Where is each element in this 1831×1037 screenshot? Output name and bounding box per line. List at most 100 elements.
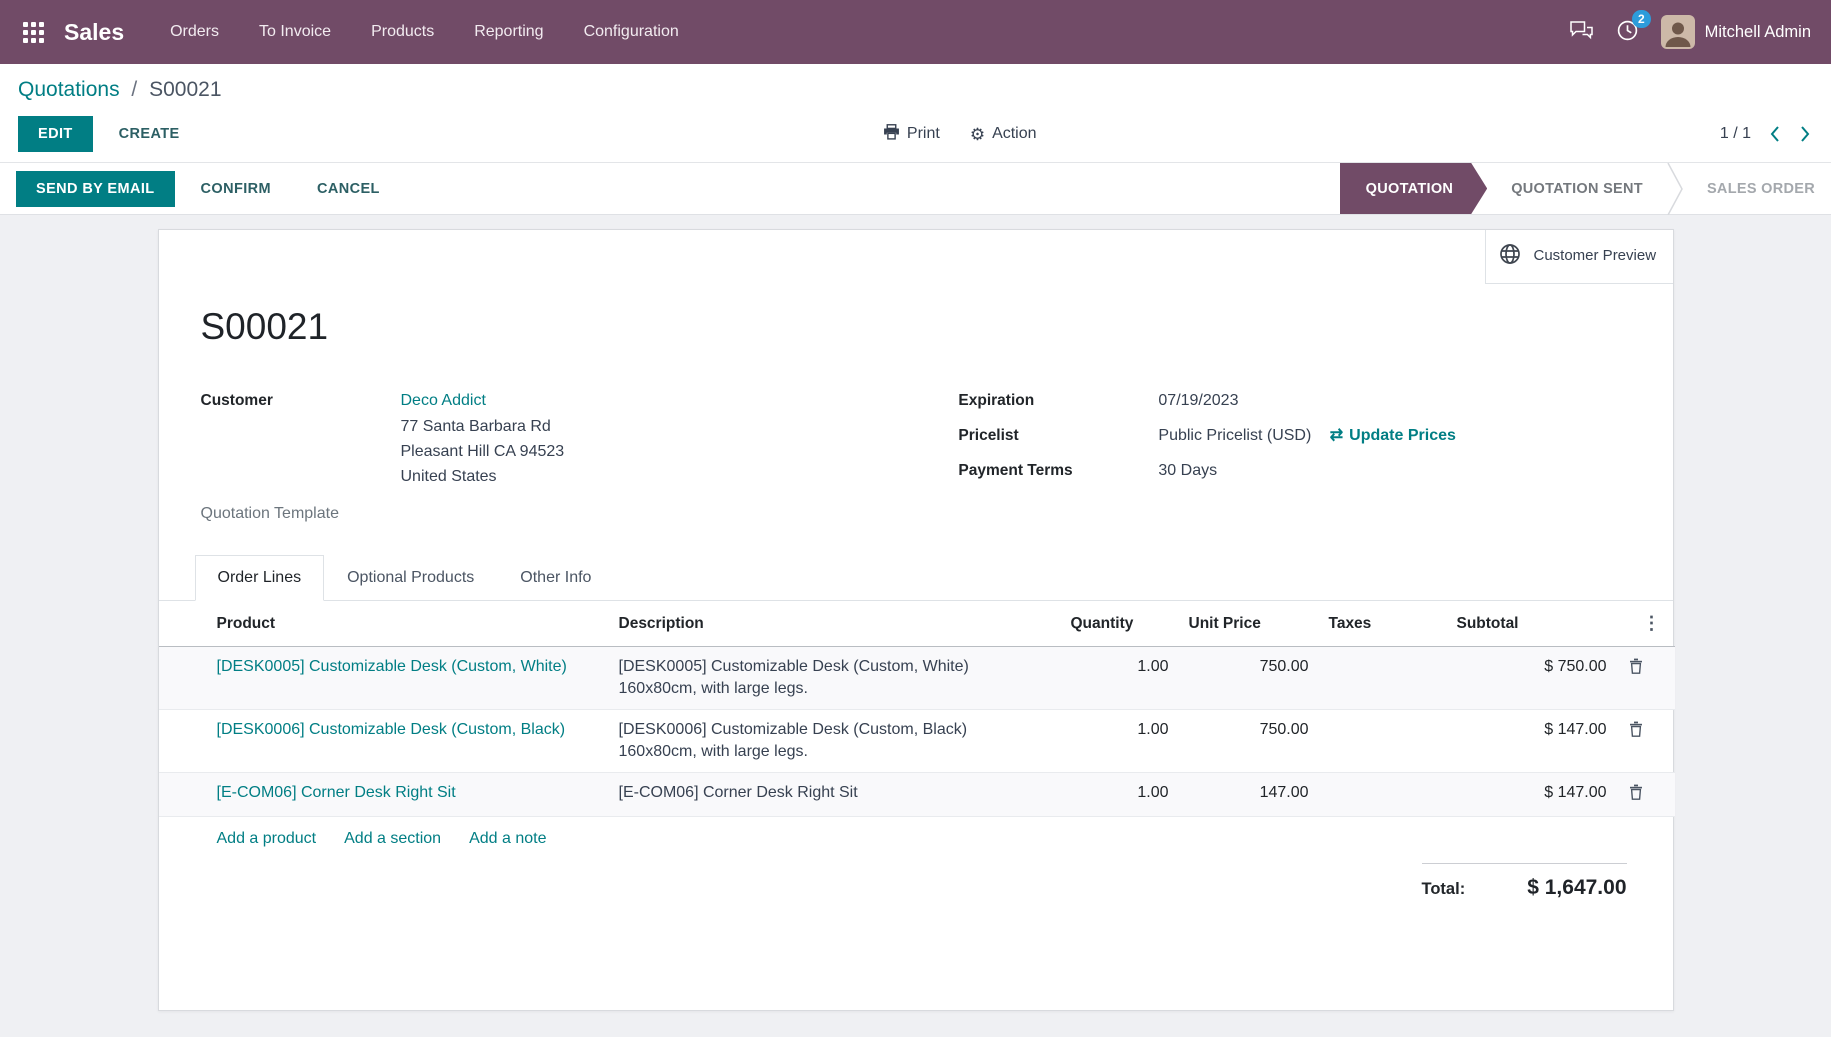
col-header-taxes[interactable]: Taxes <box>1319 601 1447 647</box>
quotation-title: S00021 <box>201 306 1631 348</box>
order-lines-table: Product Description Quantity Unit Price … <box>159 601 1675 817</box>
delete-line-button[interactable] <box>1627 656 1645 676</box>
add-product-link[interactable]: Add a product <box>217 830 317 848</box>
tab-order-lines[interactable]: Order Lines <box>195 555 325 601</box>
pager-value: 1 / 1 <box>1720 125 1751 143</box>
product-link[interactable]: [DESK0005] Customizable Desk (Custom, Wh… <box>217 658 567 675</box>
payment-terms-value: 30 Days <box>1158 458 1217 484</box>
notebook-tabs: Order Lines Optional Products Other Info <box>159 555 1673 601</box>
breadcrumb-separator: / <box>131 78 137 101</box>
col-header-description[interactable]: Description <box>609 601 1061 647</box>
pricelist-value: Public Pricelist (USD) <box>1158 427 1311 444</box>
apps-menu-button[interactable] <box>10 9 56 55</box>
globe-icon <box>1498 242 1522 272</box>
status-quotation[interactable]: QUOTATION <box>1340 163 1488 214</box>
quotation-sheet: Customer Preview S00021 Customer Deco Ad… <box>158 229 1674 1011</box>
total-value: $ 1,647.00 <box>1527 876 1626 900</box>
customer-link[interactable]: Deco Addict <box>401 392 486 409</box>
nav-item-reporting[interactable]: Reporting <box>454 0 563 64</box>
line-add-links: Add a product Add a section Add a note <box>159 817 1673 861</box>
line-quantity: 1.00 <box>1061 710 1179 773</box>
row-handle <box>159 710 207 773</box>
activity-count-badge: 2 <box>1632 10 1651 28</box>
messages-button[interactable] <box>1569 20 1594 45</box>
col-header-handle <box>159 601 207 647</box>
cancel-button[interactable]: CANCEL <box>297 171 400 207</box>
sheet-bottom-padding <box>159 900 1673 1010</box>
line-unit-price: 147.00 <box>1179 773 1319 817</box>
apps-grid-icon <box>23 22 44 43</box>
refresh-icon: ⇄ <box>1330 428 1343 444</box>
tab-other-info[interactable]: Other Info <box>497 555 614 601</box>
line-description: [DESK0005] Customizable Desk (Custom, Wh… <box>609 647 1061 710</box>
sheet-top-band: Customer Preview <box>159 230 1673 284</box>
row-handle <box>159 773 207 817</box>
payment-terms-label: Payment Terms <box>958 458 1158 484</box>
line-description: [E-COM06] Corner Desk Right Sit <box>609 773 1061 817</box>
delete-line-button[interactable] <box>1627 782 1645 802</box>
nav-item-products[interactable]: Products <box>351 0 454 64</box>
order-line-row[interactable]: [DESK0006] Customizable Desk (Custom, Bl… <box>159 710 1675 773</box>
breadcrumb: Quotations / S00021 <box>18 78 1813 102</box>
action-button[interactable]: ⚙ Action <box>970 125 1037 143</box>
nav-item-to-invoice[interactable]: To Invoice <box>239 0 351 64</box>
breadcrumb-quotations[interactable]: Quotations <box>18 78 120 101</box>
pricelist-label: Pricelist <box>958 423 1158 449</box>
printer-icon <box>883 124 900 145</box>
control-panel-buttons: EDIT CREATE Print ⚙ Action 1 / 1 <box>18 116 1813 152</box>
user-name: Mitchell Admin <box>1705 23 1811 42</box>
order-line-row[interactable]: [DESK0005] Customizable Desk (Custom, Wh… <box>159 647 1675 710</box>
pager-previous-button[interactable] <box>1767 123 1782 145</box>
status-quotation-sent[interactable]: QUOTATION SENT <box>1487 163 1667 214</box>
status-pipeline: QUOTATION QUOTATION SENT SALES ORDER <box>1340 163 1831 214</box>
add-section-link[interactable]: Add a section <box>344 830 441 848</box>
quotation-template-label: Quotation Template <box>201 505 959 523</box>
user-menu[interactable]: Mitchell Admin <box>1661 15 1811 49</box>
col-header-quantity[interactable]: Quantity <box>1061 601 1179 647</box>
pager-next-button[interactable] <box>1798 123 1813 145</box>
nav-item-orders[interactable]: Orders <box>150 0 239 64</box>
col-header-subtotal[interactable]: Subtotal <box>1447 601 1617 647</box>
app-brand[interactable]: Sales <box>64 19 124 46</box>
delete-line-button[interactable] <box>1627 719 1645 739</box>
col-header-unit-price[interactable]: Unit Price <box>1179 601 1319 647</box>
line-subtotal: $ 750.00 <box>1447 647 1617 710</box>
add-note-link[interactable]: Add a note <box>469 830 546 848</box>
gear-icon: ⚙ <box>970 126 985 143</box>
edit-button[interactable]: EDIT <box>18 116 93 152</box>
optional-columns-toggle-icon[interactable]: ⋮ <box>1627 613 1665 634</box>
create-button[interactable]: CREATE <box>99 116 200 152</box>
status-sales-order[interactable]: SALES ORDER <box>1683 163 1831 214</box>
product-link[interactable]: [E-COM06] Corner Desk Right Sit <box>217 784 456 801</box>
expiration-label: Expiration <box>958 388 1158 414</box>
col-header-product[interactable]: Product <box>207 601 609 647</box>
update-prices-button[interactable]: ⇄ Update Prices <box>1330 423 1456 449</box>
top-navbar: Sales Orders To Invoice Products Reporti… <box>0 0 1831 64</box>
field-group: Customer Deco Addict 77 Santa Barbara Rd… <box>201 388 1631 523</box>
breadcrumb-current: S00021 <box>149 78 221 101</box>
row-handle <box>159 647 207 710</box>
update-prices-label: Update Prices <box>1349 423 1456 449</box>
line-taxes <box>1319 773 1447 817</box>
activities-button[interactable]: 2 <box>1616 19 1639 45</box>
line-subtotal: $ 147.00 <box>1447 773 1617 817</box>
table-header-row: Product Description Quantity Unit Price … <box>159 601 1675 647</box>
customer-label: Customer <box>201 388 401 489</box>
print-button[interactable]: Print <box>883 124 940 145</box>
chat-icon <box>1569 20 1594 45</box>
navbar-systray: 2 Mitchell Admin <box>1569 15 1811 49</box>
address-line: United States <box>401 464 565 489</box>
tab-optional-products[interactable]: Optional Products <box>324 555 497 601</box>
totals-box: Total: $ 1,647.00 <box>1422 863 1627 900</box>
avatar <box>1661 15 1695 49</box>
order-line-row[interactable]: [E-COM06] Corner Desk Right Sit [E-COM06… <box>159 773 1675 817</box>
line-taxes <box>1319 710 1447 773</box>
send-by-email-button[interactable]: SEND BY EMAIL <box>16 171 175 207</box>
line-quantity: 1.00 <box>1061 773 1179 817</box>
control-panel: Quotations / S00021 EDIT CREATE Print ⚙ <box>0 64 1831 162</box>
confirm-button[interactable]: CONFIRM <box>181 171 291 207</box>
total-label: Total: <box>1422 880 1466 899</box>
customer-preview-button[interactable]: Customer Preview <box>1485 230 1673 284</box>
product-link[interactable]: [DESK0006] Customizable Desk (Custom, Bl… <box>217 721 566 738</box>
nav-item-configuration[interactable]: Configuration <box>564 0 699 64</box>
